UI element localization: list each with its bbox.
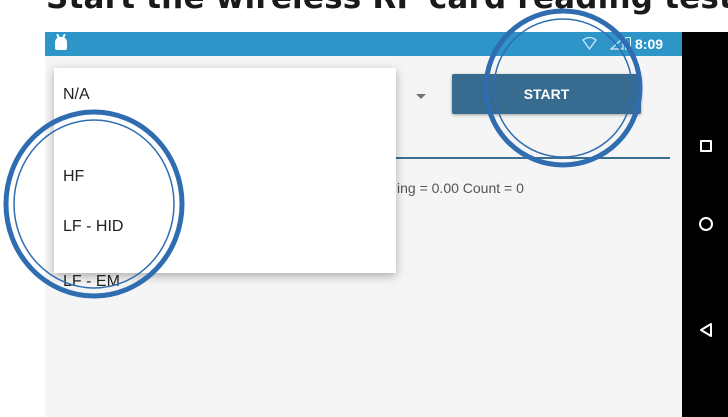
dropdown-arrow-icon[interactable] (416, 94, 426, 99)
battery-icon (625, 37, 631, 50)
start-button[interactable]: START (452, 74, 641, 114)
dropdown-option-hf[interactable]: HF (63, 168, 84, 186)
dropdown-option-lf-em[interactable]: LF - EM (63, 273, 120, 291)
android-screen: 8:09 START ing = 0.00 Count = 0 N/A HF L… (45, 32, 682, 417)
tutorial-slide: Start the wireless RF card reading test.… (0, 0, 728, 417)
wifi-icon (582, 37, 597, 50)
triangle-back-icon[interactable] (699, 323, 713, 337)
android-robot-icon (55, 37, 67, 50)
instruction-caption: Start the wireless RF card reading test. (46, 0, 728, 16)
status-time: 8:09 (635, 36, 664, 52)
status-bar: 8:09 (45, 32, 682, 56)
dropdown-option-lf-hid[interactable]: LF - HID (63, 218, 123, 236)
signal-icon (610, 37, 624, 50)
navigation-bar (682, 32, 728, 417)
circle-home-icon[interactable] (699, 217, 713, 231)
square-recents-icon[interactable] (700, 140, 712, 152)
dropdown-option-na[interactable]: N/A (63, 86, 90, 104)
card-type-dropdown: N/A HF LF - HID LF - EM (54, 68, 396, 290)
reading-status-text: ing = 0.00 Count = 0 (397, 180, 524, 196)
